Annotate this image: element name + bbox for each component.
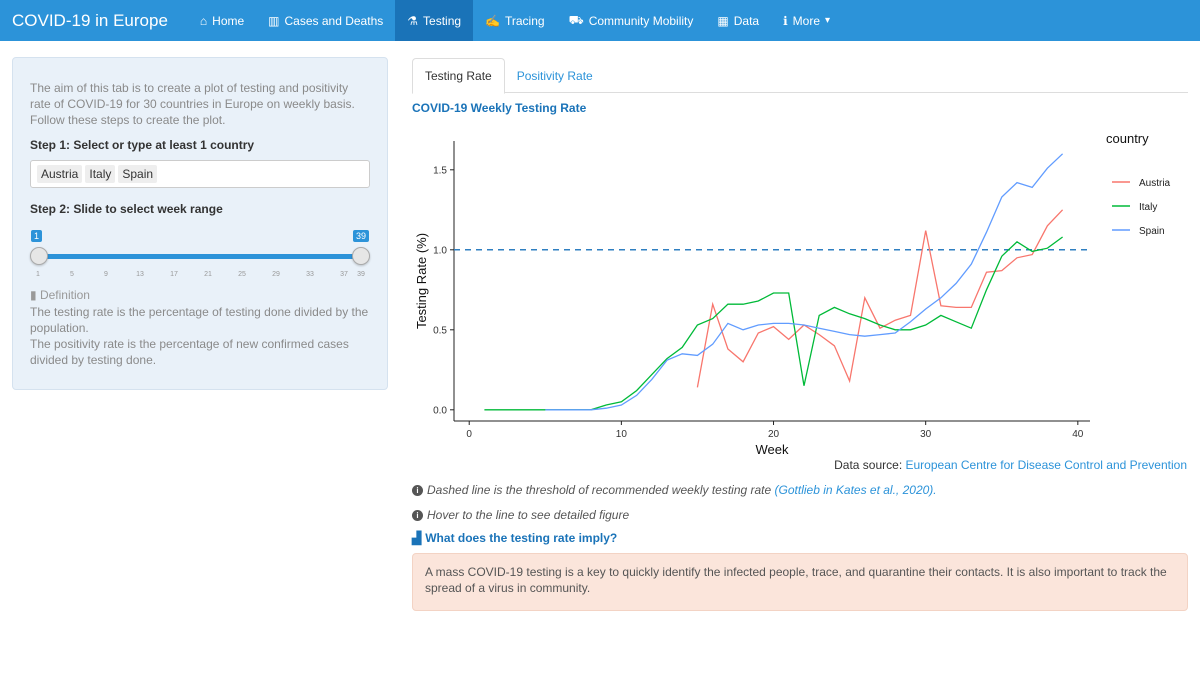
info-circle-icon: i	[412, 484, 423, 496]
implication-callout: A mass COVID-19 testing is a key to quic…	[412, 553, 1188, 611]
y-tick-label: 0.5	[433, 325, 447, 336]
slider-to-value: 39	[352, 230, 369, 242]
country-chip-spain[interactable]: Spain	[118, 165, 158, 183]
country-chip-italy[interactable]: Italy	[85, 165, 116, 183]
slider-tick: 21	[204, 271, 212, 278]
country-select-input[interactable]: Austria Italy Spain	[30, 160, 370, 188]
home-icon: ⌂	[199, 13, 208, 28]
chart-title: COVID-19 Weekly Testing Rate	[412, 101, 587, 115]
nav-home[interactable]: ⌂ Home	[188, 0, 256, 41]
gottlieb-reference-link[interactable]: (Gottlieb in Kates et al., 2020).	[775, 483, 937, 497]
test-tube-icon: ⚗	[407, 13, 419, 28]
y-axis-label: Testing Rate (%)	[414, 233, 429, 329]
nav-data[interactable]: ▦ Data	[705, 0, 771, 41]
tab-positivity-rate[interactable]: Positivity Rate	[505, 58, 605, 93]
testing-rate-chart[interactable]: 0.0 0.5 1.0 1.5 0 10 20 30 40 Week Testing Rate (%…	[412, 125, 1188, 455]
legend-label-austria: Austria	[1139, 178, 1171, 189]
slider-tick: 37	[340, 271, 348, 278]
nav-testing-label: Testing	[423, 13, 462, 28]
slider-handle-to[interactable]	[352, 247, 370, 265]
x-tick-label: 20	[768, 429, 780, 440]
slider-handle-from[interactable]	[30, 247, 48, 265]
series-line-spain	[545, 153, 1064, 411]
step2-label: Step 2: Slide to select week range	[30, 202, 223, 216]
caret-down-icon: ▾	[825, 15, 831, 26]
table-icon: ▦	[717, 13, 729, 28]
legend-label-spain: Spain	[1139, 226, 1165, 237]
data-source-prefix: Data source:	[834, 458, 906, 472]
testing-rate-implication-toggle[interactable]: ▟ What does the testing rate imply?	[412, 531, 617, 545]
hover-note-text: Hover to the line to see detailed figure	[427, 508, 630, 522]
x-tick-label: 30	[920, 429, 932, 440]
legend-label-italy: Italy	[1139, 202, 1157, 213]
slider-ticks: 1 5 9 13 17 21 25 29 33 37 39	[30, 271, 370, 281]
x-tick-label: 40	[1072, 429, 1084, 440]
tab-testing-rate[interactable]: Testing Rate	[412, 58, 505, 94]
slider-tick: 39	[357, 271, 365, 278]
nav-more-label: More	[792, 13, 820, 28]
slider-tick: 29	[272, 271, 280, 278]
definition-heading: ▮ Definition	[30, 288, 370, 302]
bar-chart-icon: ▥	[268, 13, 280, 28]
nav-community-mobility[interactable]: ⛟ Community Mobility	[557, 0, 706, 41]
info-circle-icon: i	[412, 509, 423, 521]
book-icon: ▮	[30, 288, 37, 302]
tracing-icon: ✍	[485, 13, 500, 28]
people-icon: ▟	[412, 531, 422, 545]
data-source: Data source: European Centre for Disease…	[834, 458, 1187, 472]
nav-more-dropdown[interactable]: ℹ More ▾	[771, 0, 842, 41]
testing-rate-implication-label: What does the testing rate imply?	[425, 531, 618, 545]
y-tick-label: 0.0	[433, 405, 447, 416]
nav-tracing[interactable]: ✍ Tracing	[473, 0, 557, 41]
hover-note: i Hover to the line to see detailed figu…	[412, 508, 629, 522]
tab-bar: Testing Rate Positivity Rate	[412, 58, 1188, 94]
navbar: COVID-19 in Europe ⌂ Home ▥ Cases and Deat…	[0, 0, 1200, 41]
threshold-note: i Dashed line is the threshold of recomm…	[412, 483, 937, 497]
week-range-slider[interactable]: 1 39 1 5 9 13 17 21 25 29 33 37 39	[30, 224, 370, 282]
step1-label: Step 1: Select or type at least 1 countr…	[30, 138, 255, 152]
slider-tick: 9	[104, 271, 108, 278]
slider-tick: 33	[306, 271, 314, 278]
legend-title: country	[1106, 131, 1149, 146]
definition-testing-rate: The testing rate is the percentage of te…	[30, 305, 369, 335]
definition-positivity-rate: The positivity rate is the percentage of…	[30, 337, 349, 367]
slider-from-value: 1	[31, 230, 43, 242]
threshold-note-text: Dashed line is the threshold of recommen…	[427, 483, 772, 497]
y-tick-label: 1.5	[433, 165, 447, 176]
brand-title[interactable]: COVID-19 in Europe	[0, 11, 180, 31]
y-tick-label: 1.0	[433, 245, 447, 256]
info-icon: ℹ	[783, 13, 788, 28]
definition-heading-label: Definition	[39, 288, 90, 302]
x-tick-label: 0	[466, 429, 472, 440]
nav-home-label: Home	[212, 13, 245, 28]
nav-data-label: Data	[733, 13, 760, 28]
series-line-austria	[696, 209, 1064, 388]
country-chip-austria[interactable]: Austria	[37, 165, 83, 183]
x-axis-label: Week	[756, 442, 789, 455]
nav-testing[interactable]: ⚗ Testing	[395, 0, 474, 41]
slider-tick: 25	[238, 271, 246, 278]
nav-cases-deaths[interactable]: ▥ Cases and Deaths	[256, 0, 395, 41]
nav-cases-deaths-label: Cases and Deaths	[284, 13, 384, 28]
car-icon: ⛟	[568, 12, 584, 27]
slider-track[interactable]	[38, 254, 362, 259]
sidebar-panel: The aim of this tab is to create a plot …	[12, 57, 388, 390]
sidebar-intro: The aim of this tab is to create a plot …	[30, 81, 355, 127]
slider-tick: 17	[170, 271, 178, 278]
slider-tick: 13	[136, 271, 144, 278]
data-source-link[interactable]: European Centre for Disease Control and …	[906, 458, 1188, 472]
slider-tick: 5	[70, 271, 74, 278]
slider-tick: 1	[36, 271, 40, 278]
nav-community-mobility-label: Community Mobility	[588, 13, 694, 28]
nav-tracing-label: Tracing	[505, 13, 545, 28]
x-tick-label: 10	[616, 429, 628, 440]
